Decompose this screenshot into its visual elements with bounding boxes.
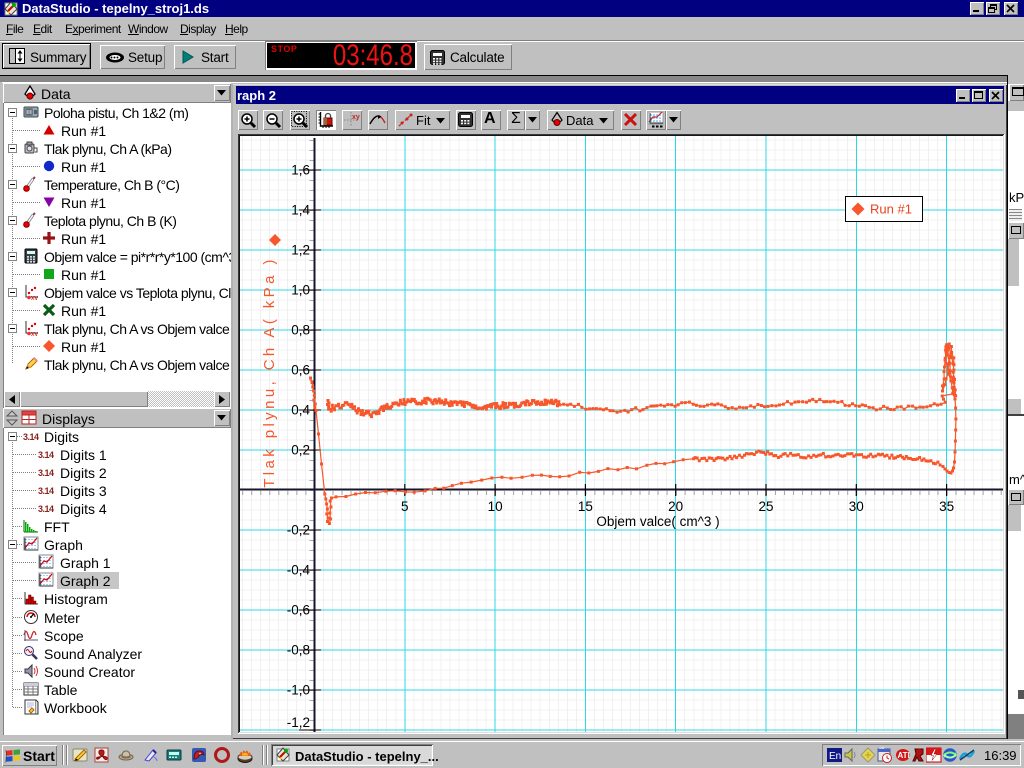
svg-text:3.14: 3.14 <box>38 486 54 496</box>
svg-text:1,4: 1,4 <box>291 203 310 218</box>
svg-text:25: 25 <box>758 499 773 514</box>
svg-text:1,2: 1,2 <box>291 243 310 258</box>
svg-text:0,4: 0,4 <box>291 403 310 418</box>
svg-text:30: 30 <box>849 499 864 514</box>
svg-text:ATI: ATI <box>898 751 910 760</box>
svg-text:Run #1: Run #1 <box>870 202 912 217</box>
svg-text:-0,4: -0,4 <box>287 563 311 578</box>
svg-text:-1,2: -1,2 <box>287 715 310 730</box>
svg-text:20: 20 <box>668 499 683 514</box>
svg-text:1,6: 1,6 <box>291 163 310 178</box>
svg-text:xy: xy <box>31 331 39 336</box>
svg-text:3.14: 3.14 <box>23 432 39 442</box>
svg-text:xy: xy <box>352 114 360 121</box>
svg-text:0,6: 0,6 <box>291 363 310 378</box>
svg-text:Tlak plynu, Ch A( kPa ): Tlak plynu, Ch A( kPa ) <box>261 256 278 488</box>
svg-text:-0,6: -0,6 <box>287 603 310 618</box>
svg-text:-1,0: -1,0 <box>287 683 310 698</box>
svg-text:3.14: 3.14 <box>38 450 54 460</box>
svg-text:3.14: 3.14 <box>38 468 54 478</box>
svg-text:1,0: 1,0 <box>291 283 310 298</box>
svg-text:En: En <box>829 751 841 762</box>
svg-text:-0,2: -0,2 <box>287 523 310 538</box>
svg-text:5: 5 <box>401 499 409 514</box>
svg-text:Objem valce( cm^3 ): Objem valce( cm^3 ) <box>596 514 719 529</box>
svg-text:38: 38 <box>879 747 885 751</box>
svg-text:-0,8: -0,8 <box>287 643 310 658</box>
svg-text:0,8: 0,8 <box>291 323 310 338</box>
svg-text:0,2: 0,2 <box>291 443 310 458</box>
svg-text:3.14: 3.14 <box>38 504 54 514</box>
svg-text:35: 35 <box>939 499 954 514</box>
svg-text:15: 15 <box>578 499 593 514</box>
svg-text:10: 10 <box>488 499 503 514</box>
svg-text:xy: xy <box>31 295 39 300</box>
